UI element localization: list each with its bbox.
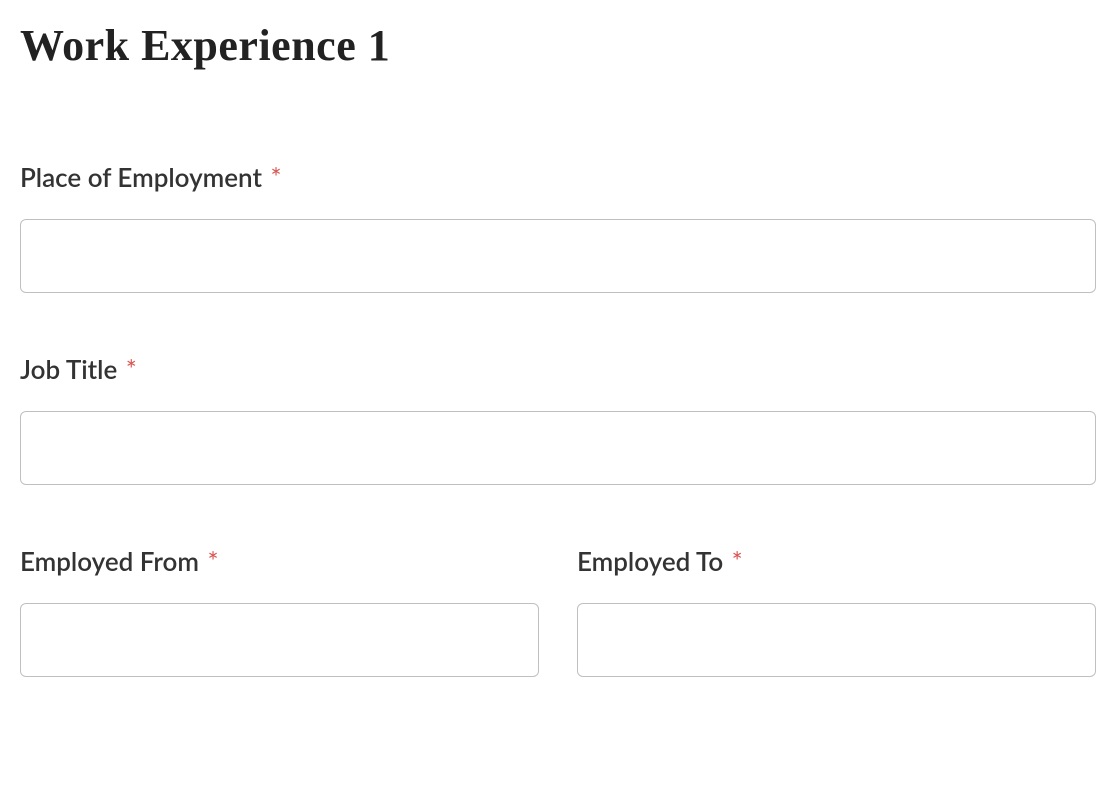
place-of-employment-label: Place of Employment * [20, 161, 1096, 193]
section-title: Work Experience 1 [20, 20, 1096, 71]
job-title-input[interactable] [20, 411, 1096, 485]
label-text: Place of Employment [20, 161, 262, 193]
job-title-group: Job Title * [20, 353, 1096, 485]
employed-from-group: Employed From * [20, 545, 539, 677]
required-mark: * [270, 161, 281, 193]
employed-to-label: Employed To * [577, 545, 1096, 577]
label-text: Employed From [20, 545, 199, 577]
employed-to-input[interactable] [577, 603, 1096, 677]
employed-from-input[interactable] [20, 603, 539, 677]
required-mark: * [126, 353, 137, 385]
job-title-label: Job Title * [20, 353, 1096, 385]
place-of-employment-input[interactable] [20, 219, 1096, 293]
required-mark: * [732, 545, 743, 577]
label-text: Job Title [20, 353, 117, 385]
label-text: Employed To [577, 545, 723, 577]
employed-from-label: Employed From * [20, 545, 539, 577]
employment-dates-row: Employed From * Employed To * [20, 545, 1096, 677]
required-mark: * [207, 545, 218, 577]
place-of-employment-group: Place of Employment * [20, 161, 1096, 293]
employed-to-group: Employed To * [577, 545, 1096, 677]
